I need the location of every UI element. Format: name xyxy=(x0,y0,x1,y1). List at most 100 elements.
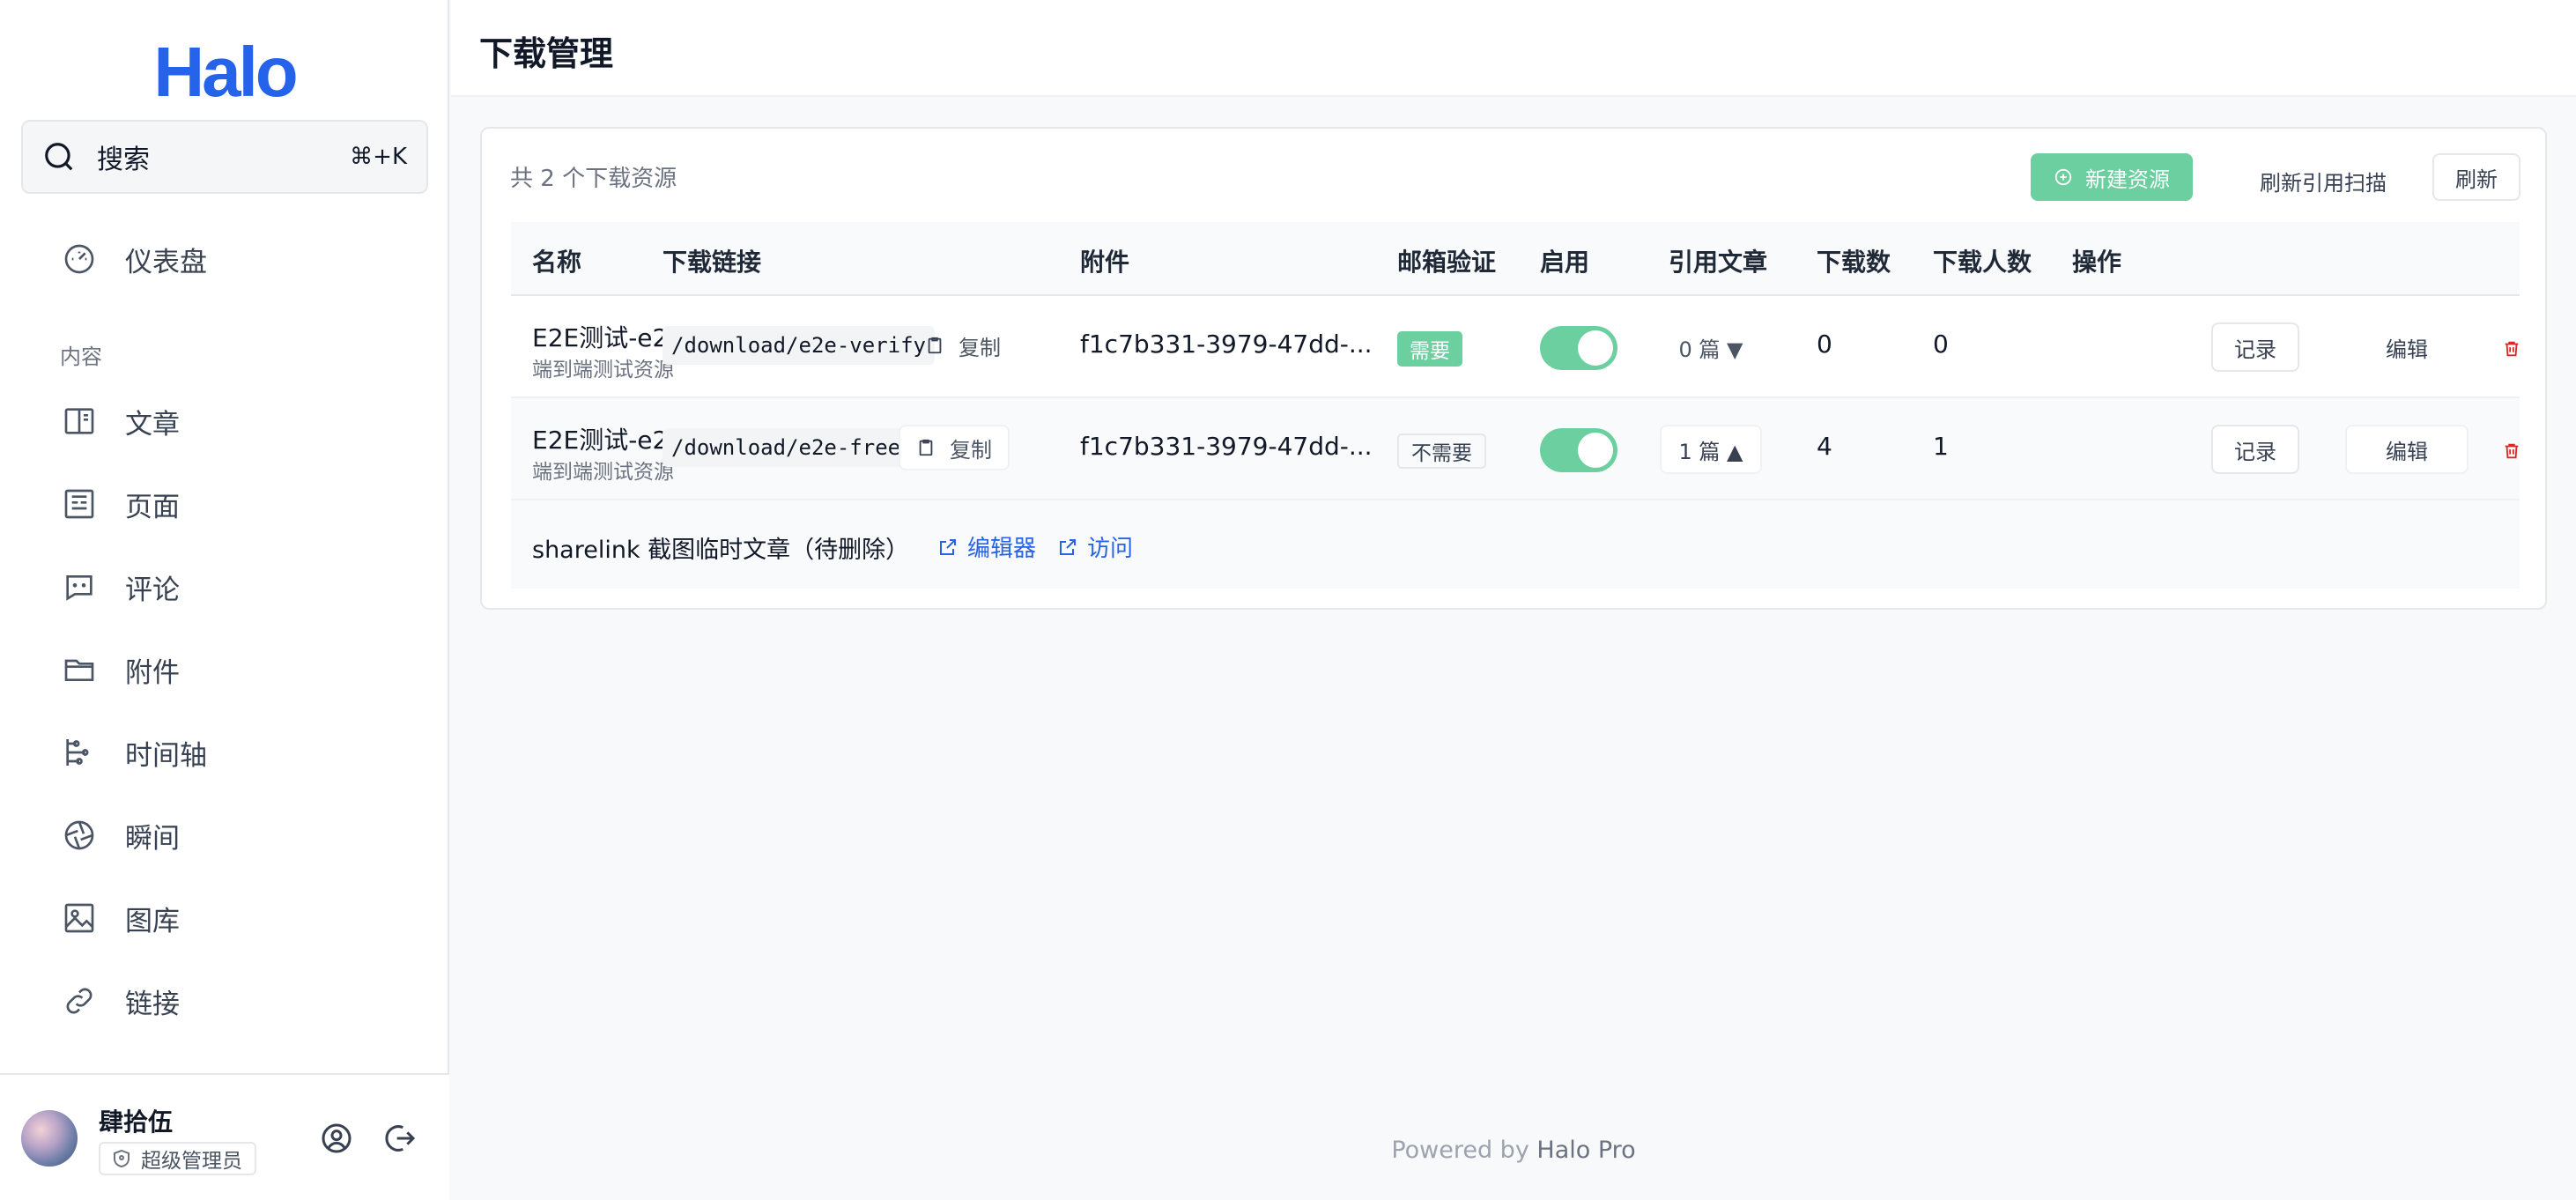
clipboard-icon xyxy=(919,439,933,456)
shield-icon xyxy=(114,1149,130,1168)
sidebar-item-dashboard[interactable]: 仪表盘 xyxy=(62,233,207,285)
search-shortcut: ⌘+K xyxy=(350,144,407,170)
column-header: 下载数 xyxy=(1817,248,1891,277)
column-header: 名称 xyxy=(532,248,582,277)
sidebar-item-label: 仪表盘 xyxy=(125,246,207,278)
page-title: 下载管理 xyxy=(479,34,614,73)
delete-button[interactable]: 删除 xyxy=(2502,435,2520,466)
downloads-card: 共 2 个下载资源 新建资源 刷新引用扫描 刷新 名称 下载链接 附件 邮箱验证… xyxy=(480,127,2547,610)
user-profile-icon[interactable] xyxy=(319,1121,354,1156)
sharelink-title: sharelink 截图临时文章（待删除） xyxy=(532,537,910,564)
sidebar-item-label: 附件 xyxy=(125,656,180,689)
table-row: E2E测试-e2e-verify 端到端测试资源 /download/e2e-v… xyxy=(511,296,2520,398)
column-header: 下载人数 xyxy=(1933,248,2032,277)
sidebar-item-label: 图库 xyxy=(125,905,180,937)
folder-icon xyxy=(64,659,94,681)
timeline-icon xyxy=(66,739,89,766)
sidebar-item-label: 瞬间 xyxy=(125,822,180,855)
user-name: 肆拾伍 xyxy=(99,1107,174,1137)
attachment-id: f1c7b331-3979-47dd-... xyxy=(1080,330,1373,359)
image-icon xyxy=(64,903,94,933)
download-link: /download/e2e-free xyxy=(663,428,910,467)
visit-link[interactable]: 访问 xyxy=(1057,530,1133,563)
references-toggle[interactable]: 0 篇 ▼ xyxy=(1660,322,1762,372)
downloader-count: 0 xyxy=(1933,330,1949,359)
column-header: 启用 xyxy=(1540,248,1590,277)
column-header: 操作 xyxy=(2072,248,2122,277)
comment-icon xyxy=(66,575,93,601)
clipboard-icon xyxy=(928,337,942,354)
references-toggle[interactable]: 1 篇 ▲ xyxy=(1660,425,1762,474)
visit-link-label: 访问 xyxy=(1087,536,1134,562)
dashboard-icon xyxy=(64,244,94,274)
sidebar-item-attachments[interactable]: 附件 xyxy=(62,643,180,696)
logout-icon[interactable] xyxy=(382,1121,418,1156)
copy-label: 复制 xyxy=(950,437,992,463)
attachment-id: f1c7b331-3979-47dd-... xyxy=(1080,432,1373,461)
table-header: 名称 下载链接 附件 邮箱验证 启用 引用文章 下载数 下载人数 操作 xyxy=(511,222,2520,296)
sidebar-item-moments[interactable]: 瞬间 xyxy=(62,809,180,862)
search-icon xyxy=(45,143,73,171)
downloads-table: 名称 下载链接 附件 邮箱验证 启用 引用文章 下载数 下载人数 操作 E2E测… xyxy=(482,129,2520,611)
sidebar-item-gallery[interactable]: 图库 xyxy=(62,892,180,944)
enable-toggle[interactable] xyxy=(1540,326,1617,370)
search-input[interactable]: 搜索 ⌘+K xyxy=(21,120,428,194)
records-button[interactable]: 记录 xyxy=(2211,322,2299,372)
resource-desc: 端到端测试资源 xyxy=(532,359,674,381)
halo-logo[interactable]: Halo xyxy=(0,32,449,113)
editor-link-label: 编辑器 xyxy=(967,536,1037,562)
nav-section-label: 内容 xyxy=(60,344,102,369)
column-header: 下载链接 xyxy=(663,248,762,277)
sidebar-item-label: 链接 xyxy=(125,988,180,1020)
aperture-icon xyxy=(64,820,94,850)
toggle-knob xyxy=(1578,330,1613,366)
edit-button[interactable]: 编辑 xyxy=(2345,425,2469,474)
email-not-required-badge: 不需要 xyxy=(1397,433,1486,469)
sidebar-item-pages[interactable]: 页面 xyxy=(62,478,180,530)
sidebar-item-comments[interactable]: 评论 xyxy=(62,560,180,613)
page-header: 下载管理 xyxy=(451,0,2576,97)
downloader-count: 1 xyxy=(1933,432,1949,461)
role-badge: 超级管理员 xyxy=(99,1142,256,1175)
trash-icon xyxy=(2505,341,2519,356)
download-link: /download/e2e-verify xyxy=(663,326,935,365)
search-label: 搜索 xyxy=(97,144,150,175)
sidebar-item-label: 时间轴 xyxy=(125,739,207,772)
external-link-icon xyxy=(1060,538,1076,555)
sidebar-item-posts[interactable]: 文章 xyxy=(62,395,180,448)
sidebar: Halo 搜索 ⌘+K 仪表盘 内容 文章 页面 评论 附件 时间轴 瞬间 图库… xyxy=(0,0,449,1200)
copy-button[interactable]: 复制 xyxy=(909,322,1017,368)
enable-toggle[interactable] xyxy=(1540,428,1617,472)
trash-icon xyxy=(2505,443,2519,458)
footer: Powered by Halo Pro xyxy=(451,1137,2576,1164)
external-link-icon xyxy=(940,538,956,555)
toggle-knob xyxy=(1578,433,1613,468)
book-icon xyxy=(64,408,94,434)
editor-link[interactable]: 编辑器 xyxy=(937,530,1036,563)
column-header: 附件 xyxy=(1080,248,1130,277)
sharelink-row: sharelink 截图临时文章（待删除） 编辑器 访问 xyxy=(511,500,2520,589)
sidebar-item-label: 评论 xyxy=(125,574,180,606)
footer-brand[interactable]: Halo Pro xyxy=(1536,1137,1635,1164)
sidebar-item-links[interactable]: 链接 xyxy=(62,974,180,1027)
delete-button[interactable]: 删除 xyxy=(2502,333,2520,364)
download-count: 4 xyxy=(1817,432,1832,461)
download-count: 0 xyxy=(1817,330,1832,359)
email-required-badge: 需要 xyxy=(1397,331,1462,367)
link-icon xyxy=(66,988,93,1014)
copy-label: 复制 xyxy=(959,335,1001,360)
user-panel: 肆拾伍 超级管理员 xyxy=(0,1073,449,1200)
sidebar-item-timeline[interactable]: 时间轴 xyxy=(62,726,207,779)
copy-button[interactable]: 复制 xyxy=(899,425,1010,470)
role-label: 超级管理员 xyxy=(141,1150,242,1173)
page-icon xyxy=(64,489,94,519)
sidebar-item-label: 文章 xyxy=(125,408,180,441)
column-header: 邮箱验证 xyxy=(1397,248,1497,277)
column-header: 引用文章 xyxy=(1669,248,1768,277)
table-row: E2E测试-e2e-free 端到端测试资源 /download/e2e-fre… xyxy=(511,398,2520,500)
resource-desc: 端到端测试资源 xyxy=(532,461,674,484)
avatar[interactable] xyxy=(21,1110,78,1167)
edit-button[interactable]: 编辑 xyxy=(2345,322,2469,372)
sidebar-item-label: 页面 xyxy=(125,491,180,523)
records-button[interactable]: 记录 xyxy=(2211,425,2299,474)
